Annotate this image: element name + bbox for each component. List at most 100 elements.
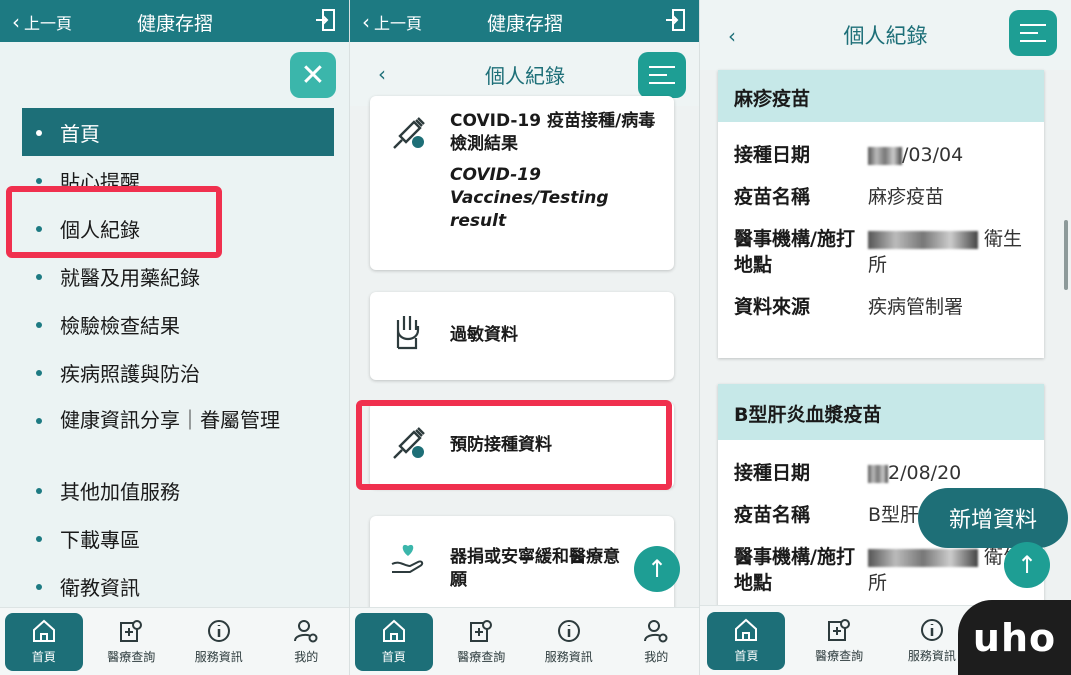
user-settings-icon: [294, 620, 318, 643]
top-bar: ‹ 上一頁 健康存摺: [0, 0, 350, 42]
nav-medical-search[interactable]: 醫療查詢: [800, 612, 878, 670]
redacted-mark: [868, 464, 888, 483]
row-key: 醫事機構/施打地點: [734, 546, 855, 594]
record-row: 接種日期 /03/04: [718, 142, 1044, 168]
app-title: 健康存摺: [136, 13, 213, 35]
menu-screen: ‹ 上一頁 健康存摺 ✕ 首頁 貼心提醒 個人紀錄 就醫及用藥紀錄 檢驗檢查結果…: [0, 0, 350, 675]
syringe-icon: [393, 117, 425, 149]
medical-search-icon: [120, 620, 143, 642]
nav-label: 服務資訊: [194, 650, 243, 664]
nav-home[interactable]: 首頁: [4, 612, 83, 671]
info-icon: [920, 619, 943, 641]
menu-item-info-sharing[interactable]: 健康資訊分享｜眷屬管理: [22, 396, 334, 466]
sub-header: ‹ 個人紀錄: [700, 0, 1071, 70]
highlight-box: [356, 400, 672, 490]
heart-hand-icon: [391, 544, 424, 573]
info-icon: [557, 620, 580, 642]
row-value-text: /03/04: [902, 144, 964, 166]
row-value: 2/08/20: [868, 460, 1028, 486]
bottom-nav: 首頁 醫療查詢 服務資訊 我的: [350, 607, 700, 675]
close-icon: ✕: [300, 57, 326, 93]
scroll-top-button[interactable]: ↑: [1004, 542, 1050, 588]
menu-item-value-added[interactable]: 其他加值服務: [22, 466, 334, 514]
nav-label: 醫療查詢: [457, 650, 506, 664]
record-row: 醫事機構/施打地點 衛生所: [718, 226, 1044, 278]
bottom-nav: 首頁 醫療查詢 服務資訊 我的: [0, 607, 350, 675]
menu-item-home[interactable]: 首頁: [22, 108, 334, 156]
nav-label: 首頁: [381, 650, 406, 664]
highlight-box: [6, 186, 222, 258]
card-title: COVID-19 疫苗接種/病毒檢測結果: [450, 111, 656, 154]
nav-medical-search[interactable]: 醫療查詢: [92, 613, 170, 671]
vaccine-name: 麻疹疫苗: [718, 70, 1044, 122]
nav-label: 我的: [294, 650, 319, 664]
card-subtitle: COVID-19 Vaccines/Testing result: [450, 165, 609, 231]
scrollbar[interactable]: [1064, 220, 1068, 290]
user-settings-icon: [644, 620, 668, 643]
row-key: 醫事機構/施打地點: [734, 228, 855, 276]
row-key: 接種日期: [734, 144, 811, 166]
nav-mine[interactable]: 我的: [617, 613, 695, 671]
menu-label: 衛教資訊: [60, 575, 140, 600]
menu-item-disease-care[interactable]: 疾病照護與防治: [22, 348, 334, 396]
menu-button[interactable]: [638, 52, 686, 98]
menu-item-health-education[interactable]: 衛教資訊: [22, 562, 334, 610]
redacted-mark: [868, 230, 978, 249]
menu-label: 首頁: [60, 121, 100, 146]
menu-label: 檢驗檢查結果: [60, 313, 180, 338]
logout-icon[interactable]: [664, 8, 686, 32]
menu-label: 疾病照護與防治: [60, 361, 200, 386]
nav-medical-search[interactable]: 醫療查詢: [442, 613, 520, 671]
nav-label: 首頁: [734, 649, 759, 663]
record-row: 接種日期 2/08/20: [718, 460, 1044, 486]
nav-service-info[interactable]: 服務資訊: [180, 613, 258, 671]
row-key: 資料來源: [734, 296, 811, 318]
logout-icon[interactable]: [314, 8, 336, 32]
record-row: 疫苗名稱 麻疹疫苗: [718, 184, 1044, 210]
menu-item-medical-records[interactable]: 就醫及用藥紀錄: [22, 252, 334, 300]
card-title: 過敏資料: [450, 325, 518, 345]
info-icon: [207, 620, 230, 642]
home-icon: [32, 619, 55, 642]
menu-item-test-results[interactable]: 檢驗檢查結果: [22, 300, 334, 348]
home-icon: [382, 619, 405, 642]
redacted-mark: [868, 548, 978, 567]
nav-mine[interactable]: 我的: [267, 613, 345, 671]
nav-label: 首頁: [31, 650, 56, 664]
menu-item-downloads[interactable]: 下載專區: [22, 514, 334, 562]
page-title: 個人紀錄: [485, 63, 565, 88]
nav-home[interactable]: 首頁: [707, 611, 786, 670]
vaccine-card: 麻疹疫苗 接種日期 /03/04 疫苗名稱 麻疹疫苗 醫事機構/施打地點 衛生所…: [718, 70, 1044, 358]
card-allergy[interactable]: 過敏資料: [370, 292, 674, 380]
add-record-button[interactable]: 新增資料: [918, 488, 1068, 548]
nav-label: 服務資訊: [544, 650, 593, 664]
nav-label: 服務資訊: [907, 649, 956, 663]
medical-search-icon: [828, 619, 851, 641]
scroll-top-button[interactable]: ↑: [634, 546, 680, 592]
vaccination-records-screen: ‹ 個人紀錄 麻疹疫苗 接種日期 /03/04 疫苗名稱 麻疹疫苗 醫事機構/施…: [700, 0, 1071, 675]
row-value: 麻疹疫苗: [868, 186, 945, 208]
card-organ-donation[interactable]: 器捐或安寧緩和醫療意願: [370, 516, 674, 616]
row-key: 疫苗名稱: [734, 186, 811, 208]
record-row: 資料來源 疾病管制署: [718, 294, 1044, 320]
medical-search-icon: [470, 620, 493, 642]
close-menu-button[interactable]: ✕: [290, 52, 336, 98]
personal-records-screen: ‹ 上一頁 健康存摺 ‹ 個人紀錄 COVID-19 疫苗接種/病毒檢測結果 C…: [350, 0, 700, 675]
arrow-up-icon: ↑: [646, 555, 668, 583]
side-menu: 首頁 貼心提醒 個人紀錄 就醫及用藥紀錄 檢驗檢查結果 疾病照護與防治 健康資訊…: [22, 108, 334, 610]
menu-label: 下載專區: [60, 527, 140, 552]
nav-label: 醫療查詢: [107, 650, 156, 664]
menu-button[interactable]: [1009, 10, 1057, 56]
row-value: /03/04: [868, 142, 1028, 168]
card-covid[interactable]: COVID-19 疫苗接種/病毒檢測結果 COVID-19 Vaccines/T…: [370, 96, 674, 270]
row-value-text: 2/08/20: [888, 462, 962, 484]
nav-home[interactable]: 首頁: [354, 612, 433, 671]
row-key: 接種日期: [734, 462, 811, 484]
app-title: 健康存摺: [486, 13, 563, 35]
nav-label: 醫療查詢: [815, 649, 864, 663]
home-icon: [735, 618, 758, 641]
chevron-left-icon[interactable]: ‹: [378, 62, 386, 86]
nav-service-info[interactable]: 服務資訊: [530, 613, 608, 671]
glove-icon: [396, 316, 420, 350]
menu-label: 健康資訊分享｜眷屬管理: [60, 408, 280, 432]
